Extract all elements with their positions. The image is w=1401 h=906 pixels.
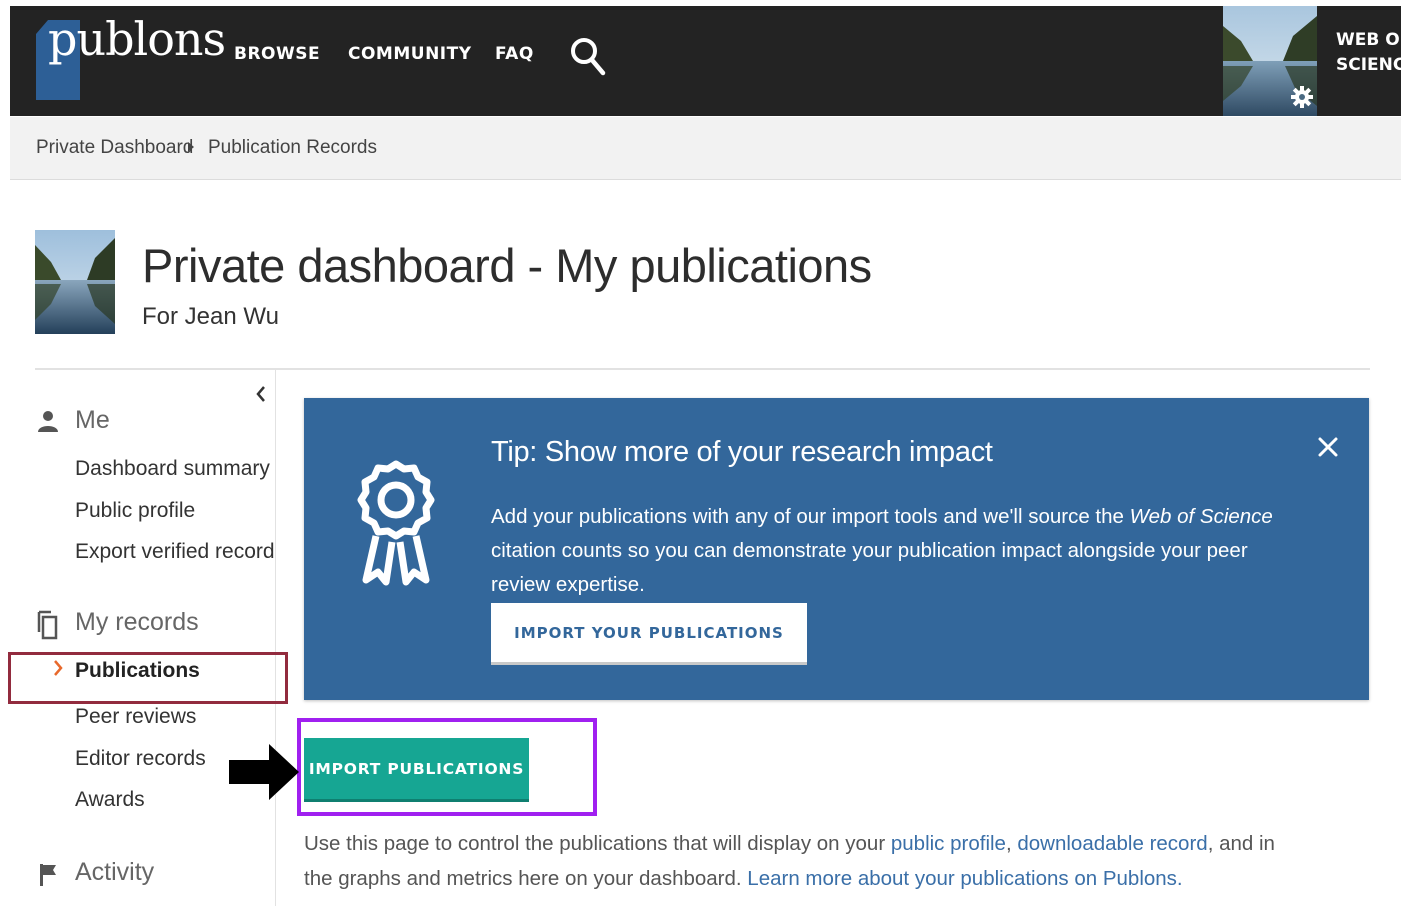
sidebar-section-me: Me	[75, 406, 110, 434]
tip-panel: Tip: Show more of your research impact A…	[304, 398, 1369, 700]
tip-body: Add your publications with any of our im…	[491, 505, 1273, 596]
sidebar-item-public-profile[interactable]: Public profile	[75, 499, 195, 523]
copy-icon	[37, 610, 58, 640]
profile-image	[35, 230, 115, 334]
breadcrumb-private-dashboard[interactable]: Private Dashboard	[36, 137, 193, 159]
nav-link-faq[interactable]: FAQ	[495, 44, 534, 64]
logo-text: publons	[48, 12, 226, 66]
import-publications-button[interactable]: IMPORT PUBLICATIONS	[304, 738, 529, 802]
import-your-publications-button[interactable]: IMPORT YOUR PUBLICATIONS	[491, 603, 807, 665]
nav-link-browse[interactable]: BROWSE	[234, 44, 320, 64]
sidebar-item-peer-reviews[interactable]: Peer reviews	[75, 705, 196, 729]
sidebar-section-my-records: My records	[75, 608, 199, 636]
arrow-right-icon	[229, 744, 299, 800]
learn-more-link[interactable]: Learn more about your publications on Pu…	[747, 867, 1182, 890]
sidebar-item-publications[interactable]: Publications	[75, 659, 200, 683]
sidebar: Me Dashboard summary Public profile Expo…	[8, 370, 288, 906]
search-icon[interactable]	[570, 36, 606, 76]
sidebar-item-export-verified-record[interactable]: Export verified record	[75, 540, 275, 564]
flag-icon	[40, 864, 56, 886]
top-navbar: publons BROWSE COMMUNITY FAQ WEB O SCIEN…	[10, 6, 1401, 116]
page-title: Private dashboard - My publications	[142, 239, 872, 292]
breadcrumb-separator-icon	[188, 142, 194, 152]
close-icon[interactable]	[1317, 436, 1339, 458]
sidebar-section-activity[interactable]: Activity	[75, 858, 154, 887]
downloadable-record-link[interactable]: downloadable record	[1017, 832, 1207, 855]
tip-title: Tip: Show more of your research impact	[491, 436, 993, 468]
chevron-right-icon	[54, 660, 63, 676]
public-profile-link[interactable]: public profile	[891, 832, 1006, 855]
profile-landscape-image	[35, 230, 115, 334]
page-subtitle: For Jean Wu	[142, 303, 279, 330]
breadcrumb-publication-records: Publication Records	[208, 137, 377, 158]
breadcrumb: Private Dashboard Publication Records	[10, 117, 1401, 180]
chevron-left-icon[interactable]	[254, 384, 268, 404]
gear-icon[interactable]	[1291, 86, 1313, 108]
description-text: Use this page to control the publication…	[304, 832, 1275, 890]
person-icon	[38, 411, 58, 432]
publons-logo[interactable]: publons	[34, 12, 226, 100]
nav-link-community[interactable]: COMMUNITY	[348, 44, 472, 64]
award-ribbon-icon	[357, 460, 435, 586]
sidebar-item-awards[interactable]: Awards	[75, 788, 145, 812]
web-of-science-link[interactable]: WEB OF SCIENC	[1336, 28, 1401, 78]
sidebar-item-dashboard-summary[interactable]: Dashboard summary	[75, 457, 270, 481]
sidebar-item-editor-records[interactable]: Editor records	[75, 747, 206, 771]
